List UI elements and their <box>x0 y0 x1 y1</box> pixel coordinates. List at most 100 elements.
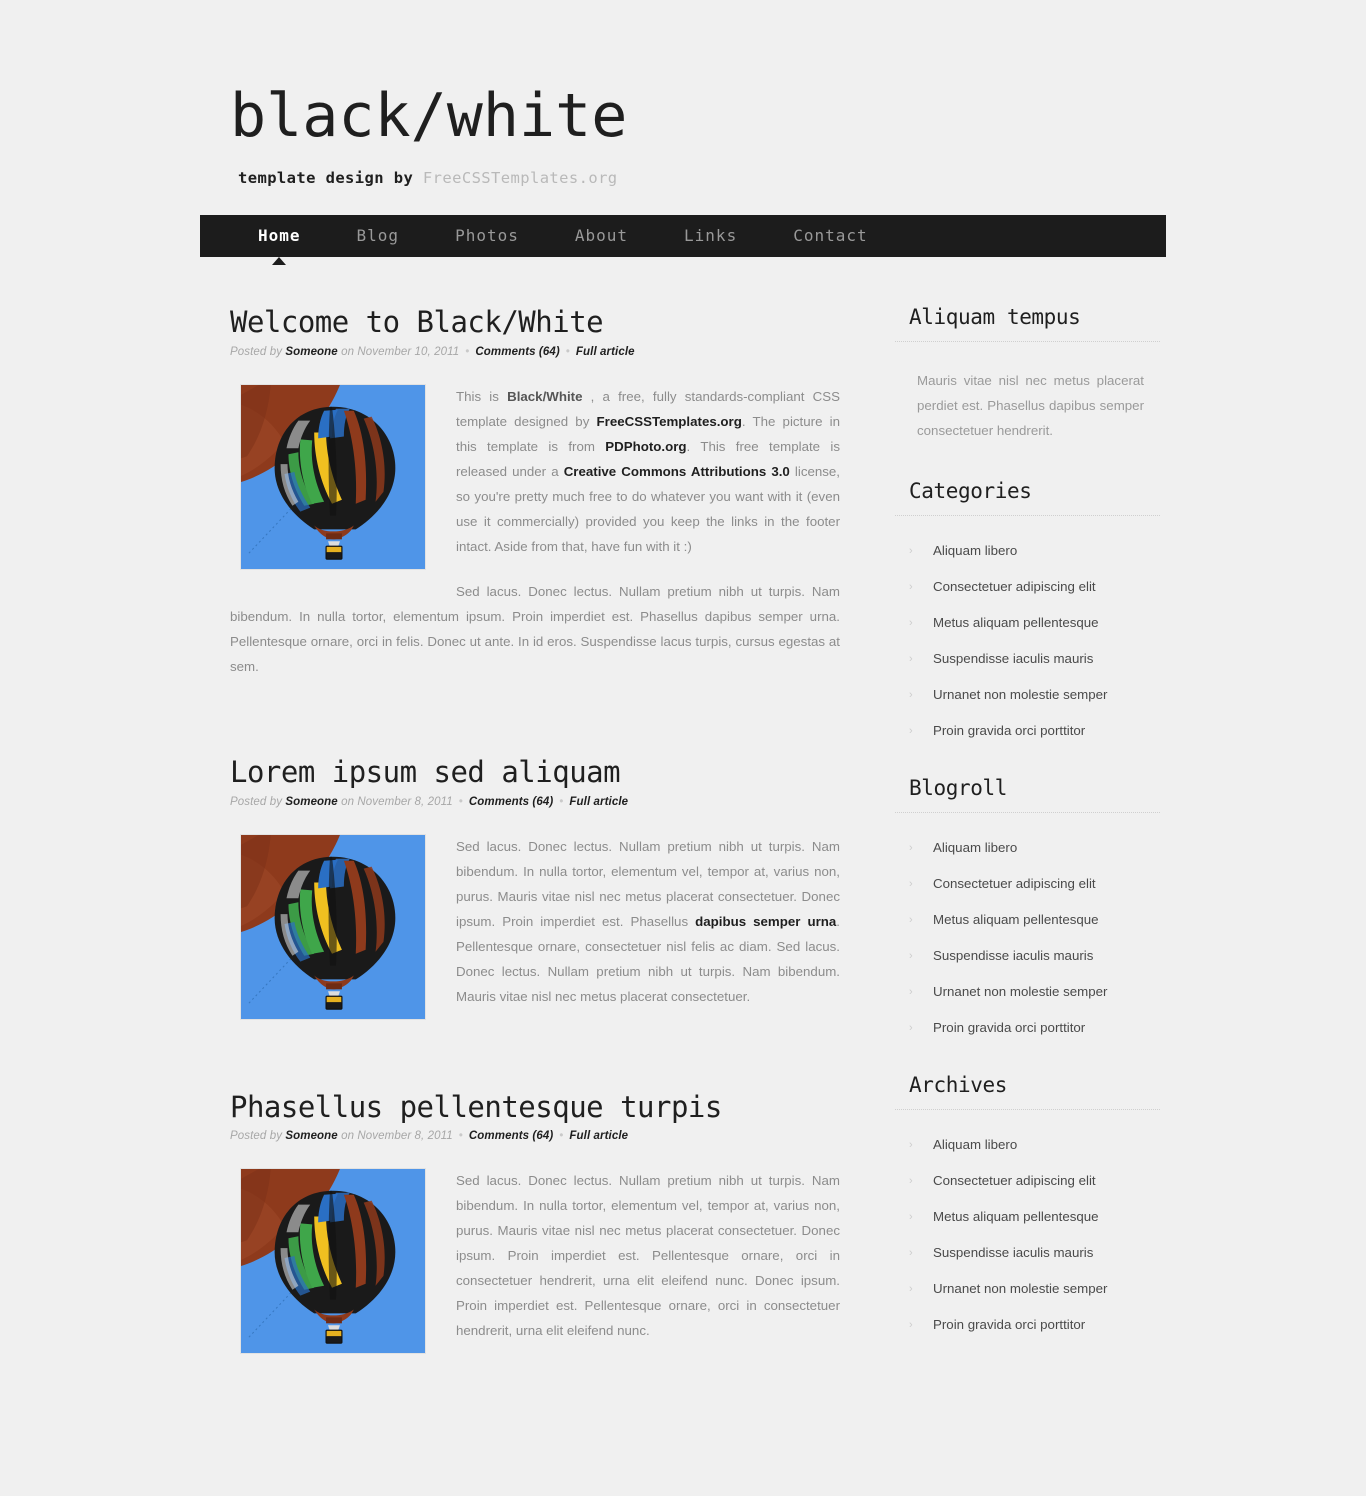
sidebar-block: Categories › Aliquam libero › Consectetuer a… <box>895 479 1160 740</box>
list-item: › Urnanet non molestie semper <box>895 1280 1160 1298</box>
post-meta: Posted by Someone on November 8, 2011 • Co… <box>230 796 840 808</box>
sidebar-list-link[interactable]: Urnanet non molestie semper <box>933 1281 1107 1296</box>
nav-item-links[interactable]: Links <box>656 215 765 257</box>
post-title[interactable]: Lorem ipsum sed aliquam <box>230 755 840 790</box>
sidebar-list-link[interactable]: Aliquam libero <box>933 840 1017 855</box>
sidebar-list-link[interactable]: Urnanet non molestie semper <box>933 984 1107 999</box>
sidebar-block: Archives › Aliquam libero › Consectetuer adi… <box>895 1073 1160 1334</box>
post-date: November 8, 2011 <box>357 795 453 808</box>
list-item: › Urnanet non molestie semper <box>895 686 1160 704</box>
nav-item-photos[interactable]: Photos <box>427 215 547 257</box>
sidebar-list-link[interactable]: Consectetuer adipiscing elit <box>933 579 1096 594</box>
sidebar-list-link[interactable]: Suspendisse iaculis mauris <box>933 651 1093 666</box>
list-item: › Metus aliquam pellentesque <box>895 911 1160 929</box>
sidebar-list-link[interactable]: Consectetuer adipiscing elit <box>933 1173 1096 1188</box>
sidebar-column: Aliquam tempus Mauris vitae nisl nec metu… <box>895 305 1160 1370</box>
sidebar-list-link[interactable]: Aliquam libero <box>933 543 1017 558</box>
list-item: › Suspendisse iaculis mauris <box>895 650 1160 668</box>
chevron-right-icon: › <box>909 617 913 629</box>
nav-item-blog[interactable]: Blog <box>329 215 428 257</box>
meta-separator: • <box>458 795 463 808</box>
chevron-right-icon: › <box>909 1022 913 1034</box>
site-logo-title[interactable]: black/white <box>230 86 1166 146</box>
tagline-prefix: template design by <box>238 169 423 187</box>
post-comments-link[interactable]: Comments (64) <box>475 346 559 358</box>
posted-by-label: Posted by <box>230 345 286 358</box>
post-comments-link[interactable]: Comments (64) <box>469 796 553 808</box>
content-column: Welcome to Black/White Posted by Someone … <box>200 305 840 1424</box>
post-comments-link[interactable]: Comments (64) <box>469 1130 553 1142</box>
meta-separator: • <box>458 1130 463 1143</box>
list-item: › Consectetuer adipiscing elit <box>895 578 1160 596</box>
inline-link[interactable]: FreeCSSTemplates.org <box>597 414 742 429</box>
chevron-right-icon: › <box>909 986 913 998</box>
post-title[interactable]: Phasellus pellentesque turpis <box>230 1090 840 1125</box>
sidebar-list-link[interactable]: Suspendisse iaculis mauris <box>933 948 1093 963</box>
sidebar-list-link[interactable]: Consectetuer adipiscing elit <box>933 876 1096 891</box>
post-full-article-link[interactable]: Full article <box>569 1130 628 1142</box>
post-date: November 8, 2011 <box>357 1130 453 1143</box>
post-author[interactable]: Someone <box>285 1130 337 1142</box>
nav-item-home[interactable]: Home <box>230 215 329 265</box>
list-item: › Consectetuer adipiscing elit <box>895 1172 1160 1190</box>
list-item: › Suspendisse iaculis mauris <box>895 947 1160 965</box>
inline-link[interactable]: Creative Commons Attributions 3.0 <box>564 464 790 479</box>
sidebar-link-list: › Aliquam libero › Consectetuer adipiscing … <box>895 825 1160 1037</box>
post-paragraph: Sed lacus. Donec lectus. Nullam pretium … <box>230 583 840 674</box>
post-thumbnail-image <box>240 833 426 1020</box>
post-thumbnail-image <box>240 383 426 570</box>
list-item: › Suspendisse iaculis mauris <box>895 1244 1160 1262</box>
on-label: on <box>337 345 358 358</box>
chevron-right-icon: › <box>909 1247 913 1259</box>
main-layout: Welcome to Black/White Posted by Someone … <box>200 257 1166 1424</box>
list-item: › Metus aliquam pellentesque <box>895 614 1160 632</box>
inline-link[interactable]: PDPhoto.org <box>605 439 686 454</box>
page-wrapper: black/white template design by FreeCSSTe… <box>200 0 1166 1424</box>
chevron-right-icon: › <box>909 1211 913 1223</box>
list-item: › Urnanet non molestie semper <box>895 983 1160 1001</box>
chevron-right-icon: › <box>909 581 913 593</box>
chevron-right-icon: › <box>909 1139 913 1151</box>
post-full-article-link[interactable]: Full article <box>569 796 628 808</box>
sidebar-block-text: Mauris vitae nisl nec metus placerat per… <box>917 373 1144 438</box>
post-date: November 10, 2011 <box>357 345 460 358</box>
list-item: › Proin gravida orci porttitor <box>895 1019 1160 1037</box>
tagline-link[interactable]: FreeCSSTemplates.org <box>423 169 618 187</box>
sidebar-block-title: Aliquam tempus <box>895 305 1160 342</box>
sidebar-list-link[interactable]: Proin gravida orci porttitor <box>933 723 1085 738</box>
chevron-right-icon: › <box>909 1283 913 1295</box>
emphasis-text: Black/White <box>507 388 583 404</box>
meta-separator: • <box>465 345 470 358</box>
sidebar-link-list: › Aliquam libero › Consectetuer adipiscing … <box>895 1122 1160 1334</box>
list-item: › Metus aliquam pellentesque <box>895 1208 1160 1226</box>
post-title[interactable]: Welcome to Black/White <box>230 305 840 340</box>
list-item: › Consectetuer adipiscing elit <box>895 875 1160 893</box>
post-author[interactable]: Someone <box>285 796 337 808</box>
sidebar-list-link[interactable]: Metus aliquam pellentesque <box>933 912 1099 927</box>
sidebar-block-title: Archives <box>895 1073 1160 1110</box>
sidebar-list-link[interactable]: Metus aliquam pellentesque <box>933 1209 1099 1224</box>
list-item: › Proin gravida orci porttitor <box>895 1316 1160 1334</box>
meta-separator: • <box>559 1130 564 1143</box>
post-meta: Posted by Someone on November 8, 2011 • Co… <box>230 1130 840 1142</box>
sidebar-link-list: › Aliquam libero › Consectetuer adipiscing … <box>895 528 1160 740</box>
sidebar-block: Aliquam tempus Mauris vitae nisl nec metu… <box>895 305 1160 443</box>
post-author[interactable]: Someone <box>285 346 337 358</box>
nav-item-about[interactable]: About <box>547 215 656 257</box>
sidebar-list-link[interactable]: Suspendisse iaculis mauris <box>933 1245 1093 1260</box>
site-tagline: template design by FreeCSSTemplates.org <box>230 169 1166 187</box>
list-item: › Aliquam libero <box>895 1136 1160 1154</box>
post-full-article-link[interactable]: Full article <box>576 346 635 358</box>
on-label: on <box>337 1130 358 1143</box>
sidebar-list-link[interactable]: Proin gravida orci porttitor <box>933 1020 1085 1035</box>
sidebar-list-link[interactable]: Urnanet non molestie semper <box>933 687 1107 702</box>
nav-item-contact[interactable]: Contact <box>765 215 895 257</box>
chevron-right-icon: › <box>909 1319 913 1331</box>
on-label: on <box>337 795 358 808</box>
sidebar-list-link[interactable]: Aliquam libero <box>933 1137 1017 1152</box>
sidebar-list-link[interactable]: Proin gravida orci porttitor <box>933 1317 1085 1332</box>
inline-link[interactable]: dapibus semper urna <box>695 914 836 929</box>
sidebar-list-link[interactable]: Metus aliquam pellentesque <box>933 615 1099 630</box>
posted-by-label: Posted by <box>230 795 286 808</box>
blog-post: Lorem ipsum sed aliquam Posted by Someone… <box>230 755 840 1034</box>
